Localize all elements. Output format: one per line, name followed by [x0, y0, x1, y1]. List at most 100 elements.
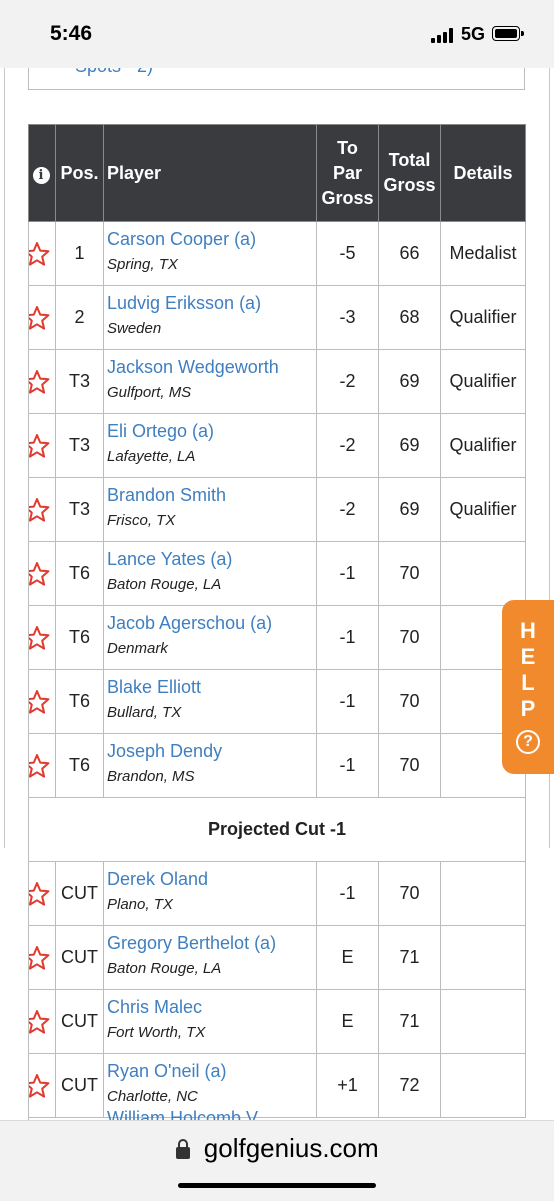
table-row[interactable]: T3 Eli Ortego (a) Lafayette, LA -2 69 Qualifi… [28, 413, 526, 478]
favorite-cell[interactable] [28, 669, 56, 734]
help-letter-l: L [521, 670, 535, 695]
favorite-cell[interactable] [28, 413, 56, 478]
star-icon[interactable] [29, 369, 55, 395]
favorite-cell[interactable] [28, 861, 56, 926]
details-header[interactable]: Details [440, 124, 526, 222]
table-row[interactable]: T6 Joseph Dendy Brandon, MS -1 70 [28, 733, 526, 798]
player-location: Spring, TX [107, 256, 178, 273]
battery-icon [492, 26, 524, 41]
player-name-link[interactable]: Blake Elliott [107, 677, 316, 698]
player-location: Frisco, TX [107, 512, 176, 529]
help-tab[interactable]: H E L P ? [502, 600, 554, 774]
player-cell: Derek Oland Plano, TX [103, 861, 317, 926]
table-row[interactable]: T6 Lance Yates (a) Baton Rouge, LA -1 70 [28, 541, 526, 606]
table-row[interactable]: T3 Brandon Smith Frisco, TX -2 69 Qualifier [28, 477, 526, 542]
player-name-link[interactable]: Jackson Wedgeworth [107, 357, 316, 378]
favorite-cell[interactable] [28, 477, 56, 542]
to-par-cell: E [316, 925, 379, 990]
total-header[interactable]: Total Gross [378, 124, 441, 222]
player-name-link[interactable]: Gregory Berthelot (a) [107, 933, 316, 954]
star-icon[interactable] [29, 753, 55, 779]
total-cell: 71 [378, 925, 441, 990]
player-name-link[interactable]: Jacob Agerschou (a) [107, 613, 316, 634]
position-cell: 1 [55, 221, 104, 286]
to-par-cell: -2 [316, 477, 379, 542]
favorite-cell[interactable] [28, 989, 56, 1054]
player-location: Bullard, TX [107, 704, 182, 721]
table-row[interactable]: T6 Blake Elliott Bullard, TX -1 70 [28, 669, 526, 734]
star-icon[interactable] [29, 497, 55, 523]
help-letter-e: E [520, 644, 536, 669]
favorite-cell[interactable] [28, 285, 56, 350]
browser-url-bar[interactable]: golfgenius.com [0, 1120, 554, 1201]
player-cell: Blake Elliott Bullard, TX [103, 669, 317, 734]
info-icon[interactable]: i [32, 166, 50, 184]
player-name-link[interactable]: Ludvig Eriksson (a) [107, 293, 316, 314]
table-row[interactable]: 2 Ludvig Eriksson (a) Sweden -3 68 Qualifier [28, 285, 526, 350]
player-name-link[interactable]: Eli Ortego (a) [107, 421, 316, 442]
favorite-cell[interactable] [28, 605, 56, 670]
player-name-link[interactable]: Brandon Smith [107, 485, 316, 506]
signal-icon [431, 28, 455, 43]
url-text[interactable]: golfgenius.com [204, 1133, 379, 1164]
projected-cut-label: Projected Cut -1 [28, 797, 526, 862]
position-cell: T6 [55, 669, 104, 734]
leaderboard: i Pos. Player To Par Gross Total Gross D… [28, 124, 526, 1118]
star-icon[interactable] [29, 241, 55, 267]
help-letter-p: P [520, 696, 536, 721]
info-box: Spots - 2) [28, 68, 525, 90]
star-icon[interactable] [29, 305, 55, 331]
player-name-link[interactable]: Chris Malec [107, 997, 316, 1018]
player-name-link[interactable]: Derek Oland [107, 869, 316, 890]
player-header[interactable]: Player [103, 124, 317, 222]
star-icon[interactable] [29, 945, 55, 971]
player-name-link[interactable]: Lance Yates (a) [107, 549, 316, 570]
favorite-cell[interactable] [28, 349, 56, 414]
player-location: Lafayette, LA [107, 448, 196, 465]
total-cell: 70 [378, 669, 441, 734]
details-cell: Qualifier [440, 285, 526, 350]
player-name-link[interactable]: Joseph Dendy [107, 741, 316, 762]
details-cell [440, 989, 526, 1054]
info-header[interactable]: i [28, 124, 56, 222]
player-name-link[interactable]: Carson Cooper (a) [107, 229, 316, 250]
player-location: Gulfport, MS [107, 384, 192, 401]
star-icon[interactable] [29, 881, 55, 907]
table-row[interactable]: 1 Carson Cooper (a) Spring, TX -5 66 Medalist [28, 221, 526, 286]
to-par-header[interactable]: To Par Gross [316, 124, 379, 222]
details-cell [440, 541, 526, 606]
star-icon[interactable] [29, 1073, 55, 1099]
total-cell: 69 [378, 349, 441, 414]
to-par-cell: -1 [316, 605, 379, 670]
player-location: Baton Rouge, LA [107, 576, 222, 593]
star-icon[interactable] [29, 1009, 55, 1035]
player-location: Charlotte, NC [107, 1088, 198, 1105]
favorite-cell[interactable] [28, 733, 56, 798]
player-cell: Eli Ortego (a) Lafayette, LA [103, 413, 317, 478]
player-cell: Ludvig Eriksson (a) Sweden [103, 285, 317, 350]
to-par-header-line2: Par [332, 162, 363, 183]
favorite-cell[interactable] [28, 541, 56, 606]
projected-cut-row: Projected Cut -1 [28, 797, 526, 862]
table-row[interactable]: CUT Derek Oland Plano, TX -1 70 [28, 861, 526, 926]
player-name-link[interactable]: Ryan O'neil (a) [107, 1061, 316, 1082]
star-icon[interactable] [29, 689, 55, 715]
star-icon[interactable] [29, 433, 55, 459]
table-row[interactable]: CUT Chris Malec Fort Worth, TX E 71 [28, 989, 526, 1054]
table-row[interactable]: CUT Gregory Berthelot (a) Baton Rouge, LA E… [28, 925, 526, 990]
table-row[interactable]: T6 Jacob Agerschou (a) Denmark -1 70 [28, 605, 526, 670]
player-cell: Jackson Wedgeworth Gulfport, MS [103, 349, 317, 414]
to-par-cell: -3 [316, 285, 379, 350]
info-box-text[interactable]: Spots - 2) [75, 68, 153, 77]
lock-icon [176, 1138, 191, 1159]
leaderboard-table: i Pos. Player To Par Gross Total Gross D… [28, 124, 526, 1118]
star-icon[interactable] [29, 625, 55, 651]
partial-row-name[interactable]: William Holcomb V [107, 1108, 258, 1120]
player-location: Plano, TX [107, 896, 173, 913]
favorite-cell[interactable] [28, 221, 56, 286]
favorite-cell[interactable] [28, 925, 56, 990]
position-cell: CUT [55, 861, 104, 926]
star-icon[interactable] [29, 561, 55, 587]
table-row[interactable]: T3 Jackson Wedgeworth Gulfport, MS -2 69 Qual… [28, 349, 526, 414]
pos-header[interactable]: Pos. [55, 124, 104, 222]
